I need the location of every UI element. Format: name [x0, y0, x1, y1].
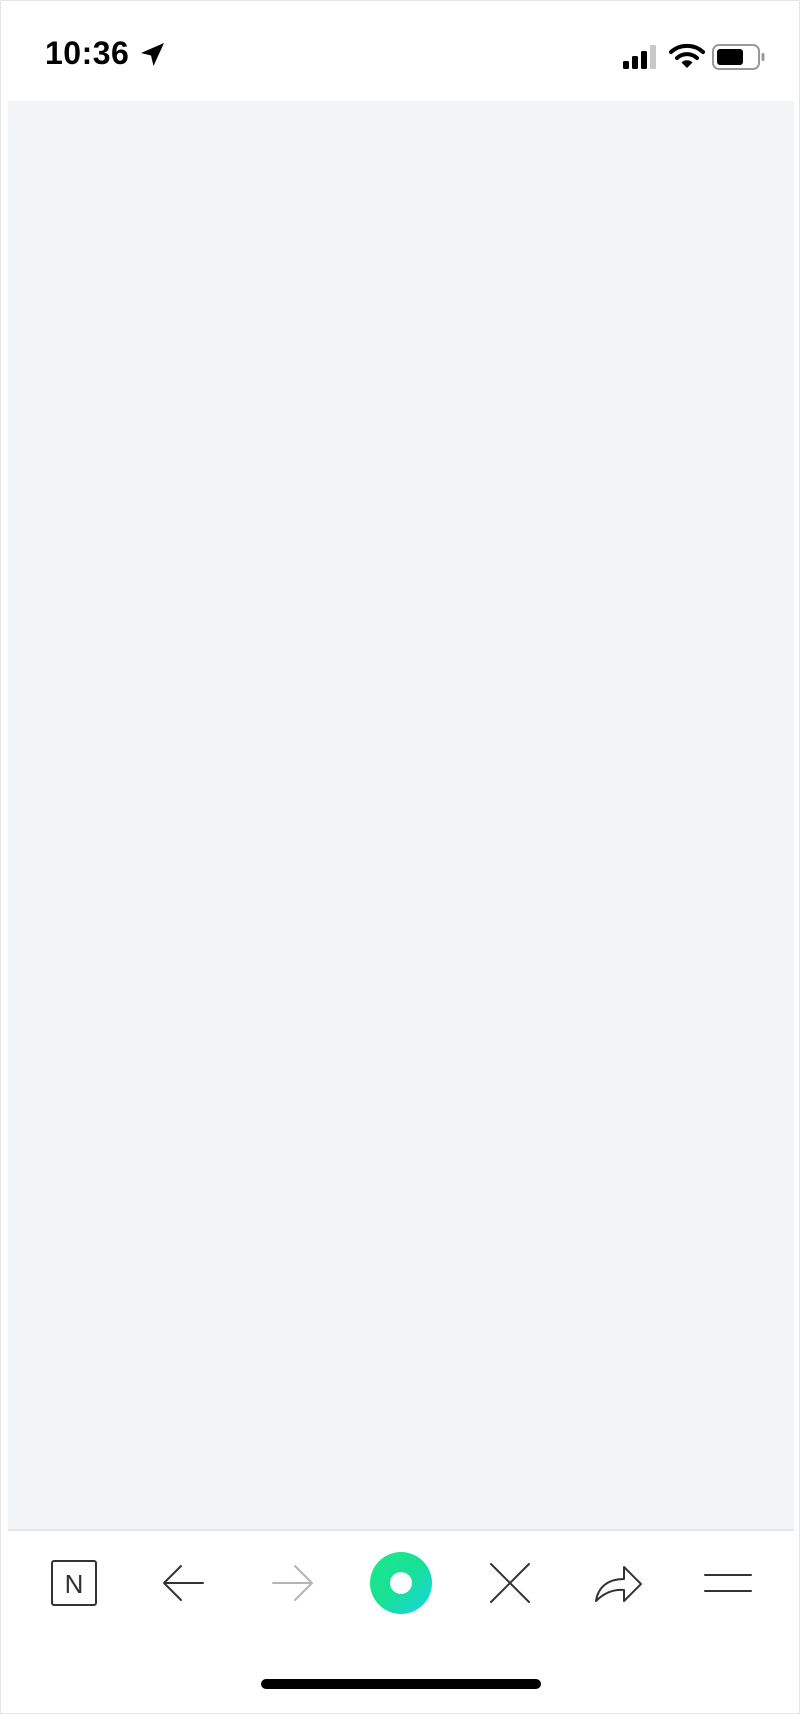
close-button[interactable] — [478, 1551, 542, 1615]
wifi-icon — [669, 43, 705, 68]
status-time: 10:36 — [45, 35, 130, 71]
notion-logo-letter: N — [65, 1569, 84, 1599]
share-button[interactable] — [587, 1551, 651, 1615]
web-content-area[interactable] — [8, 101, 794, 1529]
forward-button[interactable] — [261, 1551, 325, 1615]
status-bar: 10:36 — [1, 1, 800, 101]
share-icon — [595, 1566, 642, 1602]
menu-button[interactable] — [696, 1551, 760, 1615]
close-icon — [490, 1563, 530, 1603]
home-circle-icon — [370, 1552, 432, 1614]
location-arrow-icon — [141, 43, 164, 66]
phone-screen: 10:36 N — [0, 0, 800, 1714]
forward-arrow-icon — [272, 1565, 313, 1601]
battery-icon — [712, 44, 765, 70]
notion-logo-button[interactable]: N — [42, 1551, 106, 1615]
notion-logo-icon: N — [51, 1560, 97, 1606]
back-arrow-icon — [163, 1565, 204, 1601]
menu-icon — [704, 1574, 752, 1592]
back-button[interactable] — [151, 1551, 215, 1615]
home-button[interactable] — [369, 1551, 433, 1615]
signal-icon — [623, 45, 656, 69]
home-indicator[interactable] — [261, 1679, 541, 1689]
bottom-toolbar: N — [1, 1531, 800, 1635]
